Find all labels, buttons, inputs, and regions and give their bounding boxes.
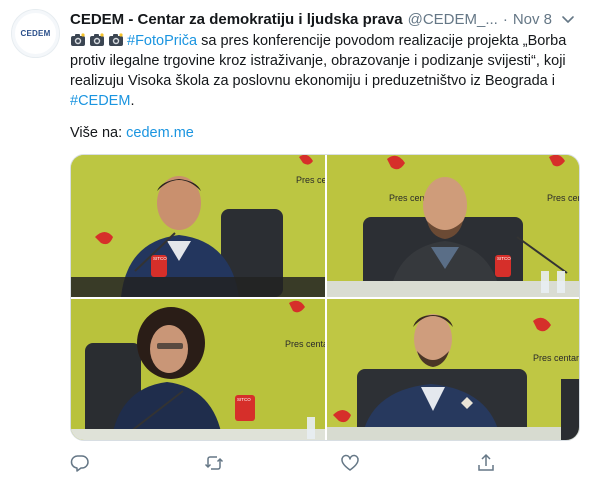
retweet-icon[interactable] xyxy=(204,453,224,473)
tweet-text-end: . xyxy=(130,93,135,109)
photo-1-image: Pres centar SITCO xyxy=(71,155,325,297)
microphone-label: SITCO xyxy=(153,256,167,261)
tweet-actions xyxy=(70,453,494,475)
share-icon[interactable] xyxy=(476,453,496,473)
hashtag-link-fotoprica[interactable]: #FotoPriča xyxy=(127,33,197,49)
heart-icon[interactable] xyxy=(340,453,360,473)
avatar[interactable]: CEDEM xyxy=(11,9,60,58)
chevron-down-icon[interactable] xyxy=(560,11,576,27)
tweet-text: #FotoPriča sa pres konferencije povodom … xyxy=(70,31,580,111)
more-label: Više na: xyxy=(70,125,127,141)
user-handle[interactable]: @CEDEM_... xyxy=(408,11,498,28)
photo-3-image: Pres centar SITCO xyxy=(71,299,325,440)
tweet-header: CEDEM - Centar za demokratiju i ljudska … xyxy=(70,9,580,29)
separator-dot: · xyxy=(502,10,508,28)
reply-icon[interactable] xyxy=(70,453,90,473)
press-center-label: Pres centar xyxy=(296,175,325,185)
more-info-line: Više na: cedem.me xyxy=(70,125,194,141)
display-name[interactable]: CEDEM - Centar za demokratiju i ljudska … xyxy=(70,11,403,28)
tweet-card[interactable]: CEDEM CEDEM - Centar za demokratiju i lj… xyxy=(0,0,590,483)
photo-3[interactable]: Pres centar SITCO xyxy=(71,299,325,440)
microphone-label: SITCO xyxy=(237,397,251,402)
press-center-label: Pres centar xyxy=(533,353,579,363)
tweet-date[interactable]: Nov 8 xyxy=(513,11,552,28)
external-link[interactable]: cedem.me xyxy=(126,125,194,141)
hashtag-link-cedem[interactable]: #CEDEM xyxy=(70,93,130,109)
photo-4[interactable]: Pres centar xyxy=(327,299,579,440)
photo-1[interactable]: Pres centar SITCO xyxy=(71,155,325,297)
camera-emoji-icon xyxy=(71,33,85,46)
camera-emoji-icon xyxy=(109,33,123,46)
press-center-label: Pres centar xyxy=(285,339,325,349)
photo-2-image: Pres centar Pres centar SITCO xyxy=(327,155,580,297)
photo-2[interactable]: Pres centar Pres centar SITCO xyxy=(327,155,580,297)
photo-grid: Pres centar SITCO Pres centar xyxy=(70,154,580,441)
avatar-logo-text: CEDEM xyxy=(20,29,51,38)
photo-4-image: Pres centar xyxy=(327,299,579,440)
camera-emoji-icon xyxy=(90,33,104,46)
press-center-label: Pres centar xyxy=(547,193,580,203)
microphone-label: SITCO xyxy=(497,256,511,261)
